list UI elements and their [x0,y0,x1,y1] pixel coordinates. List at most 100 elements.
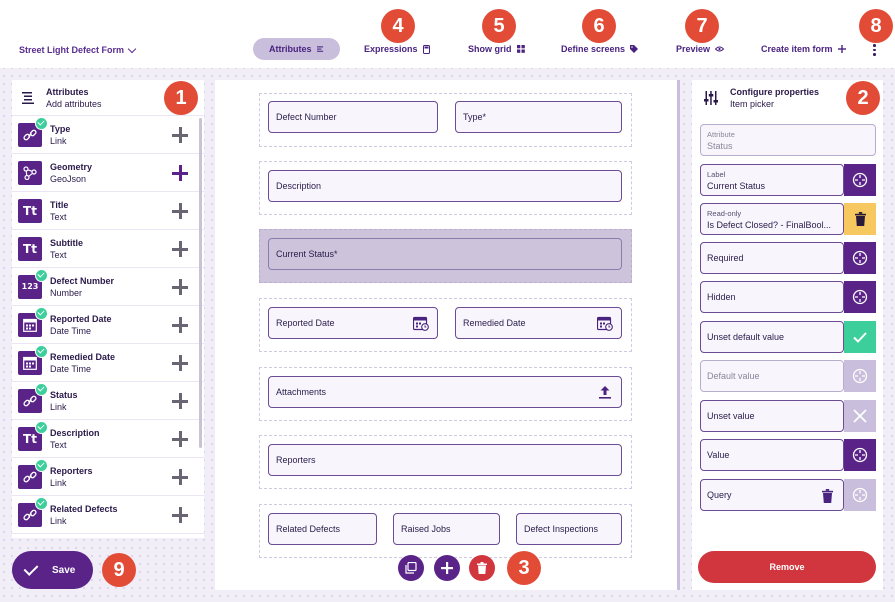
grid-icon [516,45,525,53]
add-attribute-plus-icon[interactable] [172,355,188,371]
query-field[interactable]: Query [700,479,844,511]
calendar-icon [597,316,613,331]
value-field[interactable]: Value [700,439,844,471]
add-attribute-plus-icon[interactable] [172,469,188,485]
callout-badge-1: 1 [164,81,198,115]
field-type[interactable]: Type* [455,101,622,133]
field-value: Status [707,140,733,151]
hidden-target-button[interactable] [844,281,876,313]
crosshair-icon [852,289,868,305]
attribute-item[interactable]: Status Link [12,382,204,420]
field-related-defects[interactable]: Related Defects [268,513,377,545]
attribute-type: Link [50,515,67,526]
save-button[interactable]: Save [12,551,93,589]
default-value-target-button[interactable] [844,360,876,392]
unset-default-value-toggle[interactable] [844,321,876,353]
link-icon [18,382,48,413]
label-target-button[interactable] [844,164,876,196]
field-defect-number[interactable]: Defect Number [268,101,438,133]
attribute-item[interactable]: 123 Defect Number Number [12,268,204,306]
field-reporters[interactable]: Reporters [268,444,622,476]
attribute-item[interactable]: Geometry GeoJson [12,154,204,192]
upload-icon [599,386,611,399]
attribute-type: Text [50,439,67,450]
field-current-status[interactable]: Current Status* [268,238,622,270]
read-only-field[interactable]: Read-only Is Defect Closed? - FinalBool.… [700,203,844,235]
field-remedied-date[interactable]: Remedied Date [455,307,622,339]
attribute-item[interactable]: Remedied Date Date Time [12,344,204,382]
form-selector[interactable]: Street Light Defect Form [19,44,137,55]
calendar-icon [18,306,48,337]
tab-create-item-form[interactable]: Create item form [761,44,846,54]
attribute-item[interactable]: Related Defects Link [12,496,204,534]
add-attribute-plus-icon[interactable] [172,127,188,143]
required-field[interactable]: Required [700,242,844,274]
link-icon [18,458,48,489]
attribute-name: Subtitle [50,237,83,248]
add-attribute-plus-icon[interactable] [172,279,188,295]
checkmark-badge-icon [35,458,48,472]
add-attribute-plus-icon[interactable] [172,507,188,523]
plus-icon [837,45,846,53]
callout-badge-8: 8 [859,9,893,43]
field-caption: Label [707,169,726,179]
field-label: Type* [463,112,487,122]
add-attribute-plus-icon[interactable] [172,203,188,219]
field-label: Reported Date [276,318,335,328]
query-target-button[interactable] [844,479,876,511]
attribute-name: Related Defects [50,503,118,514]
attribute-item[interactable]: Reporters Link [12,458,204,496]
field-label: Attachments [276,387,327,397]
canvas-resize-edge[interactable] [677,80,680,590]
callout-badge-6: 6 [582,9,616,43]
remove-button[interactable]: Remove [698,551,876,583]
unset-default-value-field[interactable]: Unset default value [700,321,844,353]
add-attribute-plus-icon[interactable] [172,431,188,447]
attribute-item[interactable]: Reported Date Date Time [12,306,204,344]
read-only-delete-button[interactable] [844,203,876,235]
tab-label: Create item form [761,44,833,54]
tab-define-screens[interactable]: Define screens [561,44,639,54]
default-value-field[interactable]: Default value [700,360,844,392]
tab-attributes[interactable]: Attributes [253,38,340,60]
tab-show-grid[interactable]: Show grid [468,44,525,54]
list-icon [22,91,34,104]
field-description[interactable]: Description [268,170,622,202]
tab-expressions[interactable]: Expressions [364,44,430,54]
attribute-name: Geometry [50,161,93,172]
add-attribute-plus-icon[interactable] [172,317,188,333]
field-defect-inspections[interactable]: Defect Inspections [516,513,622,545]
unset-value-field[interactable]: Unset value [700,400,844,432]
attribute-item[interactable]: Type Link [12,116,204,154]
attribute-field[interactable]: Attribute Status [700,124,876,156]
field-label: Raised Jobs [401,524,451,534]
more-menu-icon[interactable] [873,44,876,56]
delete-row-button[interactable] [469,555,495,581]
panel-title: Configure properties [730,87,820,97]
required-target-button[interactable] [844,242,876,274]
tab-preview[interactable]: Preview [676,44,725,54]
tab-label: Expressions [364,44,418,54]
field-attachments[interactable]: Attachments [268,376,622,408]
attribute-item[interactable]: Tt Title Text [12,192,204,230]
add-attribute-plus-icon[interactable] [172,165,188,181]
value-target-button[interactable] [844,439,876,471]
unset-value-toggle[interactable] [844,400,876,432]
field-raised-jobs[interactable]: Raised Jobs [393,513,500,545]
duplicate-button[interactable] [398,555,424,581]
add-row-button[interactable] [434,555,460,581]
add-attribute-plus-icon[interactable] [172,393,188,409]
trash-icon[interactable] [822,489,833,503]
crosshair-icon [852,172,868,188]
attribute-name: Reported Date [50,313,112,324]
field-value: Is Defect Closed? - FinalBool... [707,219,832,230]
attribute-item[interactable]: Tt Description Text [12,420,204,458]
checkmark-badge-icon [35,116,48,130]
field-reported-date[interactable]: Reported Date [268,307,438,339]
add-attribute-plus-icon[interactable] [172,241,188,257]
attributes-scrollbar[interactable] [199,118,202,448]
attribute-item[interactable]: Tt Subtitle Text [12,230,204,268]
label-field[interactable]: Label Current Status [700,164,844,196]
calendar-icon [413,316,429,331]
hidden-field[interactable]: Hidden [700,281,844,313]
